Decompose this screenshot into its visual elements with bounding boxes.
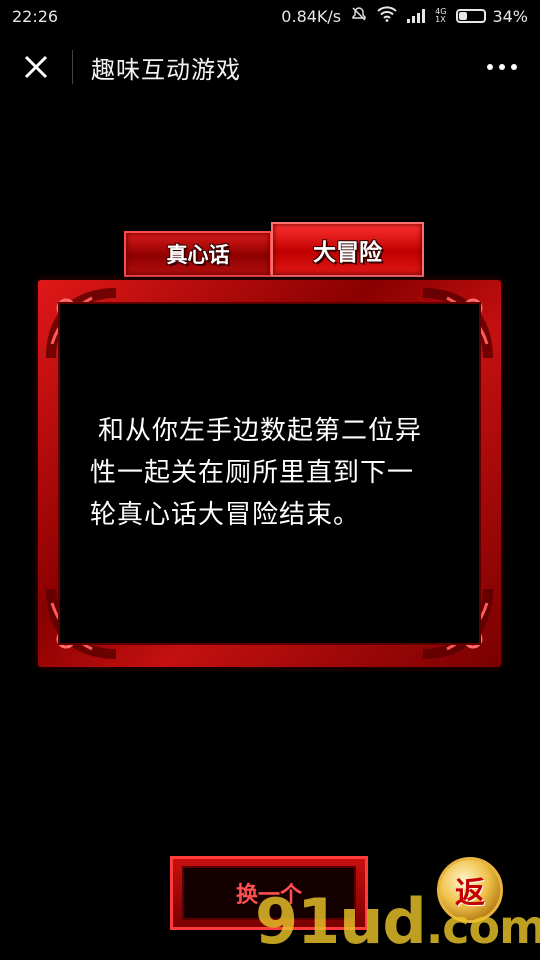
battery-percent: 34% (492, 6, 528, 26)
signal-icon (407, 9, 426, 23)
more-menu-button[interactable] (482, 52, 522, 82)
close-button[interactable] (0, 36, 72, 98)
site-watermark: 91ud.com (255, 885, 540, 958)
nav-header: 趣味互动游戏 (0, 36, 540, 98)
status-time: 22:26 (12, 6, 59, 26)
tab-truth[interactable]: 真心话 (124, 231, 272, 277)
wifi-icon (377, 6, 397, 26)
net-speed: 0.84K/s (281, 6, 342, 26)
header-divider (72, 50, 73, 84)
question-card: 和从你左手边数起第二位异性一起关在厕所里直到下一轮真心话大冒险结束。 (38, 280, 501, 667)
battery-icon: 34% (456, 7, 528, 26)
mute-icon (351, 6, 367, 26)
status-bar: 22:26 0.84K/s 4G 1X 34% (0, 0, 540, 32)
tab-dare[interactable]: 大冒险 (271, 222, 424, 277)
status-icons: 0.84K/s 4G 1X 34% (281, 6, 528, 26)
more-dots-icon (487, 64, 493, 70)
network-type: 4G 1X (435, 7, 447, 24)
page-title: 趣味互动游戏 (91, 55, 241, 84)
challenge-text: 和从你左手边数起第二位异性一起关在厕所里直到下一轮真心话大冒险结束。 (90, 416, 423, 530)
close-icon (24, 55, 48, 79)
